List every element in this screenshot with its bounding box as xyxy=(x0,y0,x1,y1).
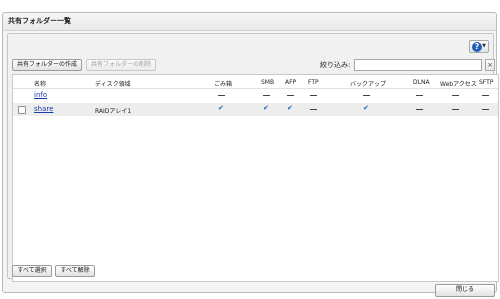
smb-check-icon: ✔ xyxy=(263,104,269,112)
help-button[interactable]: ? ▼ xyxy=(469,40,489,53)
ftp-off xyxy=(310,109,317,110)
content-panel: ? ▼ 共有フォルダーの作成 共有フォルダーの削除 絞り込み: × 名称 ディス… xyxy=(7,33,499,282)
filter-label: 絞り込み: xyxy=(320,61,351,69)
row-select-checkbox[interactable] xyxy=(18,106,26,114)
header-smb[interactable]: SMB xyxy=(261,79,274,86)
trash-check-icon: ✔ xyxy=(218,104,224,112)
backup-check-icon: ✔ xyxy=(363,104,369,112)
header-dlna[interactable]: DLNA xyxy=(413,79,430,86)
header-ftp[interactable]: FTP xyxy=(308,79,319,86)
afp-check-icon: ✔ xyxy=(287,104,293,112)
ftp-off xyxy=(310,95,317,96)
smb-off xyxy=(263,95,270,96)
close-icon: × xyxy=(487,61,493,69)
header-backup[interactable]: バックアップ xyxy=(350,79,386,88)
backup-off xyxy=(363,95,370,96)
header-disk[interactable]: ディスク領域 xyxy=(95,79,131,88)
header-sftp[interactable]: SFTP xyxy=(479,79,493,86)
table-row[interactable]: info xyxy=(13,89,498,102)
trash-off xyxy=(218,95,225,96)
table-row[interactable]: share RAIDアレイ1 ✔ ✔ ✔ ✔ xyxy=(13,103,498,116)
web-off xyxy=(452,109,459,110)
folder-link-share[interactable]: share xyxy=(34,105,53,113)
header-name[interactable]: 名称 xyxy=(34,79,46,88)
web-off xyxy=(452,95,459,96)
select-all-button[interactable]: すべて選択 xyxy=(12,265,52,277)
shared-folder-list-dialog: 共有フォルダー一覧 ? ▼ 共有フォルダーの作成 共有フォルダーの削除 絞り込み… xyxy=(2,12,499,297)
header-trash[interactable]: ごみ箱 xyxy=(214,79,232,88)
dlna-off xyxy=(416,109,423,110)
header-afp[interactable]: AFP xyxy=(285,79,296,86)
question-circle-icon: ? xyxy=(472,42,482,52)
delete-shared-folder-button[interactable]: 共有フォルダーの削除 xyxy=(86,59,156,71)
deselect-all-button[interactable]: すべて解除 xyxy=(55,265,95,277)
clear-filter-button[interactable]: × xyxy=(485,59,495,71)
shared-folder-table: 名称 ディスク領域 ごみ箱 SMB AFP FTP バックアップ DLNA We… xyxy=(12,74,499,282)
sftp-off xyxy=(482,109,489,110)
dialog-title-bar: 共有フォルダー一覧 xyxy=(3,13,496,31)
filter-input[interactable] xyxy=(354,59,482,71)
folder-link-info[interactable]: info xyxy=(34,91,47,99)
close-button[interactable]: 閉じる xyxy=(435,284,495,297)
sftp-off xyxy=(482,95,489,96)
create-shared-folder-button[interactable]: 共有フォルダーの作成 xyxy=(12,59,82,71)
dlna-off xyxy=(416,95,423,96)
disk-area: RAIDアレイ1 xyxy=(95,108,132,115)
chevron-down-icon: ▼ xyxy=(482,43,486,49)
dialog-title: 共有フォルダー一覧 xyxy=(8,17,71,25)
afp-off xyxy=(287,95,294,96)
table-header: 名称 ディスク領域 ごみ箱 SMB AFP FTP バックアップ DLNA We… xyxy=(13,75,498,89)
header-web[interactable]: Webアクセス xyxy=(440,79,477,88)
